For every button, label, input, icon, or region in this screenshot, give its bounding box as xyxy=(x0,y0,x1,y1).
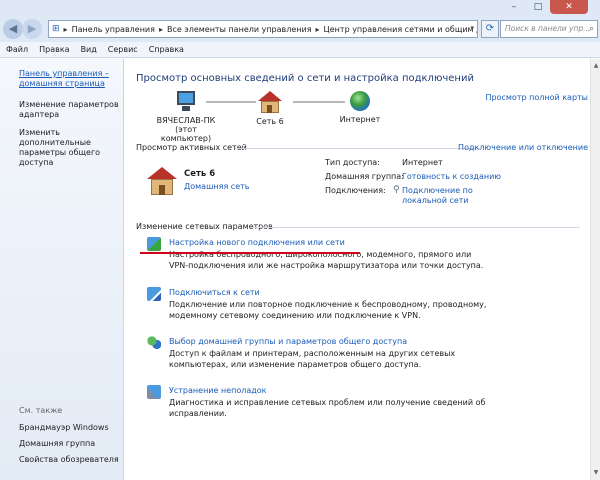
maximize-button[interactable]: □ xyxy=(526,0,550,14)
divider xyxy=(235,148,480,149)
active-networks-heading: Просмотр активных сетей xyxy=(136,143,247,152)
breadcrumb-network-center[interactable]: Центр управления сетями и общим доступом xyxy=(324,25,477,34)
task-title[interactable]: Устранение неполадок xyxy=(169,386,267,395)
chevron-right-icon: ▸ xyxy=(158,24,163,34)
menu-help[interactable]: Справка xyxy=(149,45,184,54)
search-input[interactable]: Поиск в панели упр... ⌕ xyxy=(500,20,598,38)
map-internet-node[interactable]: Интернет xyxy=(335,91,385,124)
close-button[interactable]: ✕ xyxy=(550,0,588,14)
globe-icon xyxy=(350,91,370,111)
connect-network-icon xyxy=(147,287,161,301)
main-content: Просмотр основных сведений о сети и наст… xyxy=(125,59,600,480)
task-troubleshoot: Устранение неполадок Диагностика и испра… xyxy=(147,385,587,418)
windows-firewall-link[interactable]: Брандмауэр Windows xyxy=(19,423,121,433)
menu-tools[interactable]: Сервис xyxy=(108,45,138,54)
menu-view[interactable]: Вид xyxy=(81,45,97,54)
computer-name: ВЯЧЕСЛАВ-ПК xyxy=(156,116,216,125)
task-title[interactable]: Настройка нового подключения или сети xyxy=(169,238,345,247)
page-title: Просмотр основных сведений о сети и наст… xyxy=(136,73,474,84)
task-description: Доступ к файлам и принтерам, расположенн… xyxy=(169,349,456,369)
connections-label: Подключения: xyxy=(325,186,386,195)
menu-file[interactable]: Файл xyxy=(6,45,28,54)
control-panel-home-link[interactable]: Панель управления – домашняя страница xyxy=(19,69,121,89)
home-network-icon xyxy=(258,91,282,113)
advanced-sharing-settings-link[interactable]: Изменить дополнительные параметры общего… xyxy=(19,128,121,168)
task-connect-network: Подключиться к сети Подключение или повт… xyxy=(147,287,587,327)
troubleshoot-icon xyxy=(147,385,161,399)
task-title[interactable]: Подключиться к сети xyxy=(169,288,260,297)
map-computer-node[interactable]: ВЯЧЕСЛАВ-ПК (этот компьютер) xyxy=(151,91,221,143)
homegroup-value-link[interactable]: Готовность к созданию xyxy=(402,172,501,182)
network-center-icon: ⊞ xyxy=(52,24,60,34)
left-pane: Панель управления – домашняя страница Из… xyxy=(0,59,124,480)
address-dropdown-icon[interactable]: ▾ xyxy=(470,24,474,32)
connect-disconnect-link[interactable]: Подключение или отключение xyxy=(458,143,588,152)
internet-label: Интернет xyxy=(339,115,381,124)
scroll-down-icon[interactable]: ▼ xyxy=(592,468,600,478)
title-bar: – □ ✕ xyxy=(0,0,600,16)
homegroup-link[interactable]: Домашняя группа xyxy=(19,439,121,449)
task-title[interactable]: Выбор домашней группы и параметров общег… xyxy=(169,337,407,346)
active-network-name: Сеть 6 xyxy=(184,169,216,179)
computer-subtitle: (этот компьютер) xyxy=(160,125,212,143)
network-name: Сеть 6 xyxy=(256,117,284,126)
breadcrumb-control-panel[interactable]: Панель управления xyxy=(72,25,155,34)
change-adapter-settings-link[interactable]: Изменение параметров адаптера xyxy=(19,100,121,120)
network-type-link[interactable]: Домашняя сеть xyxy=(184,182,250,191)
forward-button[interactable]: ▶ xyxy=(22,19,42,39)
computer-icon xyxy=(171,91,201,113)
homegroup-label: Домашняя группа: xyxy=(325,172,404,181)
chevron-right-icon: ▸ xyxy=(315,24,320,34)
minimize-button[interactable]: – xyxy=(502,0,526,14)
scroll-up-icon[interactable]: ▲ xyxy=(592,61,600,71)
search-icon: ⌕ xyxy=(588,24,594,34)
back-button[interactable]: ◀ xyxy=(3,19,23,39)
address-bar[interactable]: ⊞ ▸ Панель управления ▸ Все элементы пан… xyxy=(48,20,478,38)
active-network-icon xyxy=(147,167,177,195)
divider xyxy=(250,227,580,228)
lan-connection-link[interactable]: Подключение по локальной сети xyxy=(402,186,502,206)
task-description: Диагностика и исправление сетевых пробле… xyxy=(169,398,486,418)
access-type-value: Интернет xyxy=(402,158,443,167)
search-placeholder: Поиск в панели упр... xyxy=(505,24,591,33)
vertical-scrollbar[interactable]: ▲ ▼ xyxy=(590,59,600,480)
breadcrumb-all-items[interactable]: Все элементы панели управления xyxy=(167,25,312,34)
task-new-connection: Настройка нового подключения или сети На… xyxy=(147,237,587,277)
access-type-label: Тип доступа: xyxy=(325,158,380,167)
task-description: Подключение или повторное подключение к … xyxy=(169,300,487,320)
full-map-link[interactable]: Просмотр полной карты xyxy=(486,93,589,102)
lan-connection-icon: ⚲ xyxy=(393,185,400,195)
refresh-button[interactable]: ⟳ xyxy=(481,20,499,38)
highlight-underline xyxy=(140,252,360,254)
task-homegroup-sharing: Выбор домашней группы и параметров общег… xyxy=(147,336,587,376)
map-network-node[interactable]: Сеть 6 xyxy=(249,91,291,126)
see-also-heading: См. также xyxy=(19,406,63,415)
homegroup-icon xyxy=(147,336,161,350)
internet-options-link[interactable]: Свойства обозревателя xyxy=(19,455,121,465)
refresh-icon: ⟳ xyxy=(485,23,495,34)
menu-bar: Файл Правка Вид Сервис Справка xyxy=(0,42,600,58)
new-connection-icon xyxy=(147,237,161,251)
navigation-bar: ◀ ▶ ⊞ ▸ Панель управления ▸ Все элементы… xyxy=(0,16,600,42)
chevron-right-icon: ▸ xyxy=(63,24,68,34)
menu-edit[interactable]: Правка xyxy=(39,45,69,54)
window-controls: – □ ✕ xyxy=(502,0,588,14)
